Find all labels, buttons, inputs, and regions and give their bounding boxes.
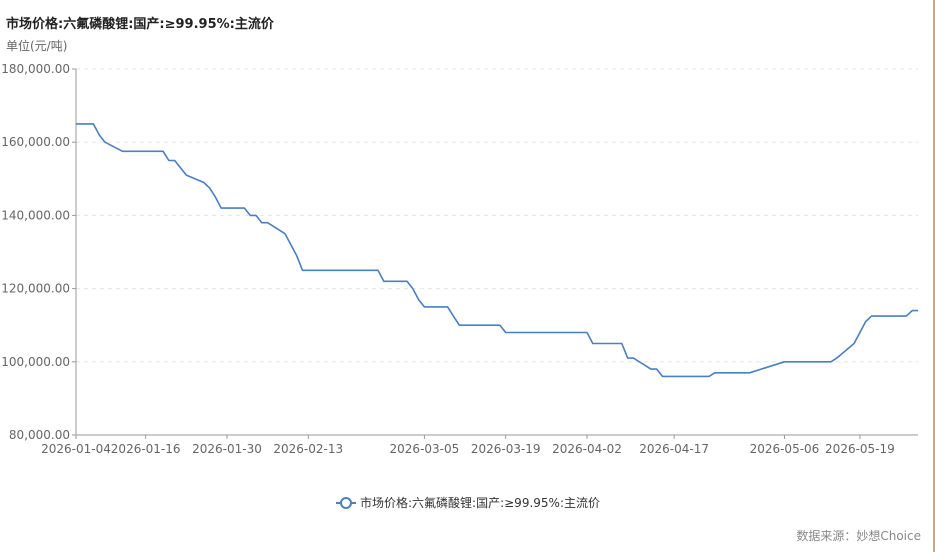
legend-label: 市场价格:六氟磷酸锂:国产:≥99.95%:主流价 xyxy=(360,496,600,510)
series-lines xyxy=(76,123,918,378)
axes xyxy=(72,68,918,439)
grid-lines xyxy=(76,68,918,363)
x-tick-label: 2026-03-05 xyxy=(390,442,460,456)
x-tick-labels: 2026-01-04 2026-01-16 2026-01-30 2026-02-13… xyxy=(41,442,895,456)
series-line[interactable] xyxy=(76,123,918,378)
x-tick-label: 2026-05-19 xyxy=(825,442,895,456)
x-tick-label: 2026-01-30 xyxy=(192,442,262,456)
x-tick-label: 2026-02-13 xyxy=(273,442,343,456)
x-tick-label: 2026-04-17 xyxy=(639,442,709,456)
y-tick-label: 180,000.00 xyxy=(1,62,70,76)
x-tick-label: 2026-01-16 xyxy=(111,442,181,456)
y-tick-labels: 180,000.00 160,000.00 140,000.00 120,000.00… xyxy=(1,62,70,442)
x-tick-label: 2026-01-04 xyxy=(41,442,111,456)
y-tick-label: 80,000.00 xyxy=(9,428,70,442)
legend[interactable]: 市场价格:六氟磷酸锂:国产:≥99.95%:主流价 xyxy=(336,494,600,511)
y-tick-label: 100,000.00 xyxy=(1,355,70,369)
y-tick-label: 160,000.00 xyxy=(1,135,70,149)
legend-line-marker-icon xyxy=(336,496,356,509)
x-tick-label: 2026-05-06 xyxy=(750,442,820,456)
line-chart: 180,000.00 160,000.00 140,000.00 120,000.00… xyxy=(1,62,918,456)
y-tick-label: 120,000.00 xyxy=(1,282,70,296)
x-tick-label: 2026-03-19 xyxy=(471,442,541,456)
y-tick-label: 140,000.00 xyxy=(1,208,70,222)
x-tick-label: 2026-04-02 xyxy=(552,442,622,456)
data-source-note: 数据来源：妙想Choice xyxy=(796,529,921,543)
